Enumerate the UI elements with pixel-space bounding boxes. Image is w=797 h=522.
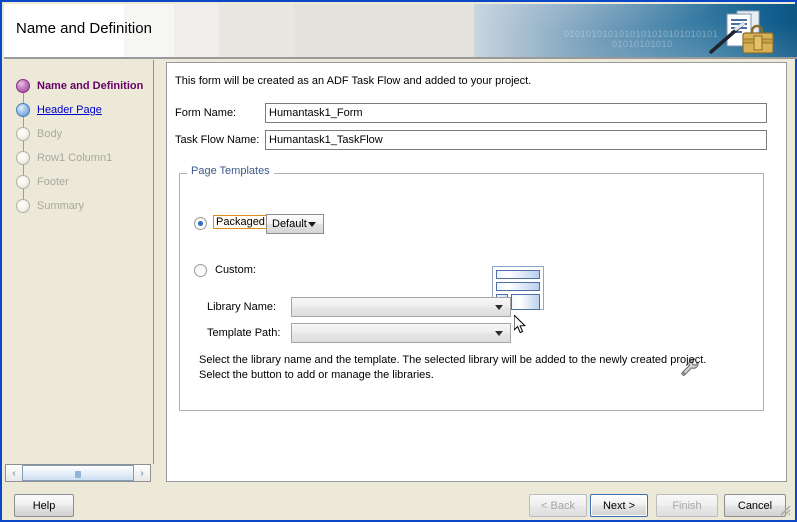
scrollbar-thumb[interactable] (22, 465, 134, 481)
wizard-window: Name and Definition 01010101010101010101… (0, 0, 797, 522)
page-templates-group-title: Page Templates (187, 165, 274, 177)
banner-divider (4, 57, 797, 59)
chevron-down-icon (495, 331, 503, 336)
preview-main-region (511, 294, 540, 310)
step-bullet-pending-icon (16, 127, 30, 141)
wizard-document-wand-briefcase-icon (709, 10, 774, 54)
banner-binary-text-2: 01010101010 (612, 39, 673, 49)
finish-button-label: Finish (672, 499, 702, 512)
packaged-radio[interactable] (194, 217, 207, 230)
template-path-combo[interactable] (291, 323, 511, 343)
scroll-right-arrow-icon[interactable]: › (134, 465, 150, 481)
finish-button: Finish (656, 494, 718, 517)
wizard-step-sidebar: Name and Definition Header Page Body Row… (5, 60, 154, 464)
sidebar-item-label: Body (37, 128, 63, 140)
task-flow-name-input[interactable] (265, 130, 767, 150)
custom-radio-label[interactable]: Custom: (215, 264, 256, 276)
sidebar-item-label: Row1 Column1 (37, 152, 113, 164)
scrollbar-thumb-grip (75, 471, 81, 478)
step-bullet-active-icon (16, 79, 30, 93)
step-bullet-pending-icon (16, 175, 30, 189)
sidebar-item-footer: Footer (5, 170, 153, 194)
scroll-left-arrow-icon[interactable]: ‹ (6, 465, 22, 481)
packaged-radio-label[interactable]: Packaged: (213, 215, 271, 229)
sidebar-horizontal-scrollbar[interactable]: ‹ › (5, 464, 151, 482)
intro-text: This form will be created as an ADF Task… (175, 75, 532, 87)
packaged-template-combo[interactable]: Default (266, 214, 324, 234)
sidebar-item-summary: Summary (5, 194, 153, 218)
preview-bar-second (496, 282, 540, 291)
scrollbar-track[interactable] (22, 465, 134, 481)
library-name-combo[interactable] (291, 297, 511, 317)
help-button-label: Help (32, 499, 56, 512)
group-help-line-1: Select the library name and the template… (199, 354, 707, 366)
back-button: < Back (529, 494, 587, 517)
step-bullet-visited-icon (16, 103, 30, 117)
packaged-template-combo-value: Default (272, 218, 307, 230)
form-name-input[interactable] (265, 103, 767, 123)
next-button[interactable]: Next > (590, 494, 648, 517)
wizard-banner: Name and Definition 01010101010101010101… (4, 4, 797, 58)
sidebar-item-body: Body (5, 122, 153, 146)
sidebar-item-label: Footer (37, 176, 69, 188)
sidebar-item-label[interactable]: Header Page (37, 104, 102, 116)
step-bullet-pending-icon (16, 151, 30, 165)
sidebar-item-row1-column1: Row1 Column1 (5, 146, 153, 170)
custom-radio[interactable] (194, 264, 207, 277)
group-help-line-2: Select the button to add or manage the l… (199, 369, 434, 381)
banner-binary-text-1: 0101010101010101010101010101 (564, 29, 719, 39)
sidebar-item-label: Summary (37, 200, 85, 212)
preview-bar-top (496, 270, 540, 279)
next-button-label: Next > (602, 499, 636, 512)
chevron-down-icon (495, 305, 503, 310)
library-name-label: Library Name: (207, 301, 277, 313)
sidebar-item-header-page[interactable]: Header Page (5, 98, 153, 122)
chevron-down-icon (308, 222, 316, 227)
step-bullet-pending-icon (16, 199, 30, 213)
sidebar-item-name-and-definition[interactable]: Name and Definition (5, 74, 153, 98)
cancel-button-label: Cancel (737, 499, 773, 512)
wizard-content-panel: This form will be created as an ADF Task… (166, 62, 787, 482)
task-flow-name-label: Task Flow Name: (175, 134, 260, 146)
back-button-label: < Back (541, 499, 575, 512)
resize-grip[interactable] (777, 502, 791, 516)
template-path-label: Template Path: (207, 327, 281, 339)
form-name-label: Form Name: (175, 107, 237, 119)
help-button[interactable]: Help (14, 494, 74, 517)
sidebar-item-label: Name and Definition (37, 80, 144, 92)
page-title: Name and Definition (16, 20, 152, 37)
